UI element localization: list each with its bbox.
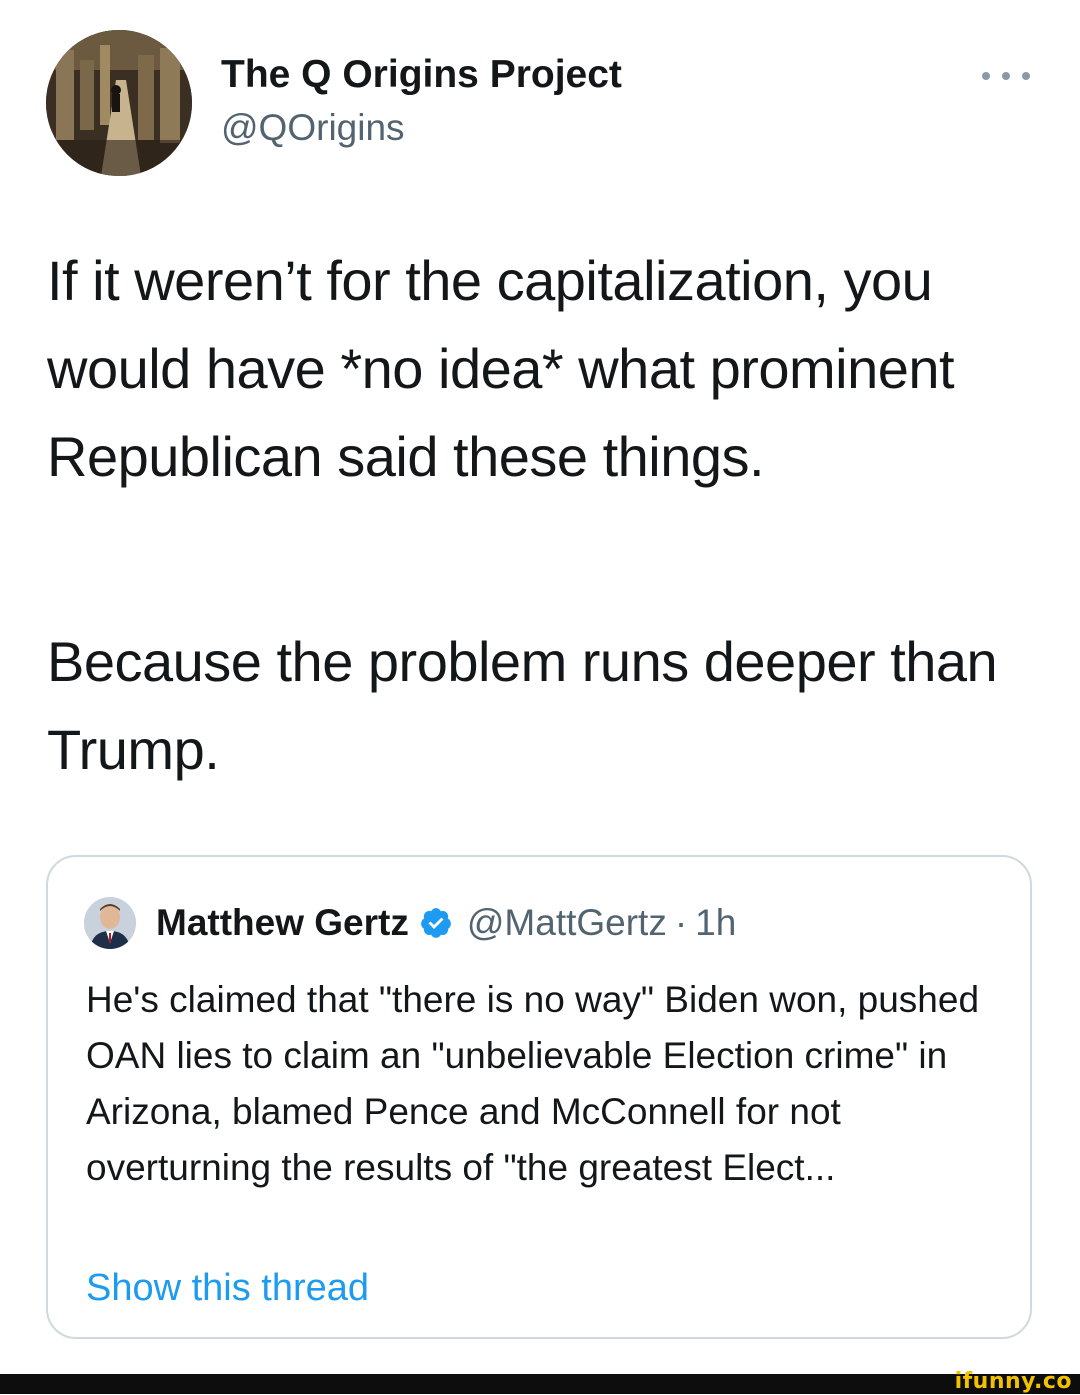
tweet-text-paragraph: Because the problem runs deeper than Tru… [47, 630, 998, 781]
more-dot [1022, 72, 1030, 80]
quoted-tweet-card[interactable]: Matthew Gertz @MattGertz · 1h He's claim… [46, 855, 1032, 1339]
quoted-tweet-timestamp[interactable]: 1h [695, 902, 736, 944]
quoted-author-handle[interactable]: @MattGertz [467, 902, 667, 944]
more-dot [982, 72, 990, 80]
quoted-author-avatar[interactable] [84, 897, 136, 949]
author-name[interactable]: The Q Origins Project [221, 52, 622, 98]
watermark-bar: ifunny.co [0, 1369, 1080, 1394]
ifunny-watermark: ifunny.co [954, 1369, 1072, 1394]
quoted-author-name[interactable]: Matthew Gertz [156, 902, 409, 944]
verified-badge-icon [420, 908, 451, 938]
show-thread-link[interactable]: Show this thread [86, 1260, 369, 1316]
quoted-avatar-image [84, 897, 136, 949]
tweet: The Q Origins Project @QOrigins If it we… [0, 0, 1080, 1374]
quoted-tweet-text: He's claimed that "there is no way" Bide… [86, 979, 980, 1188]
more-options-icon[interactable] [982, 64, 1030, 88]
header-separator: · [674, 902, 688, 943]
tweet-text-paragraph: If it weren’t for the capitalization, yo… [47, 249, 955, 488]
avatar-image [46, 30, 192, 176]
more-dot [1002, 72, 1010, 80]
quoted-tweet-header: Matthew Gertz @MattGertz · 1h [156, 897, 736, 949]
author-handle[interactable]: @QOrigins [221, 106, 405, 150]
author-avatar[interactable] [46, 30, 192, 176]
